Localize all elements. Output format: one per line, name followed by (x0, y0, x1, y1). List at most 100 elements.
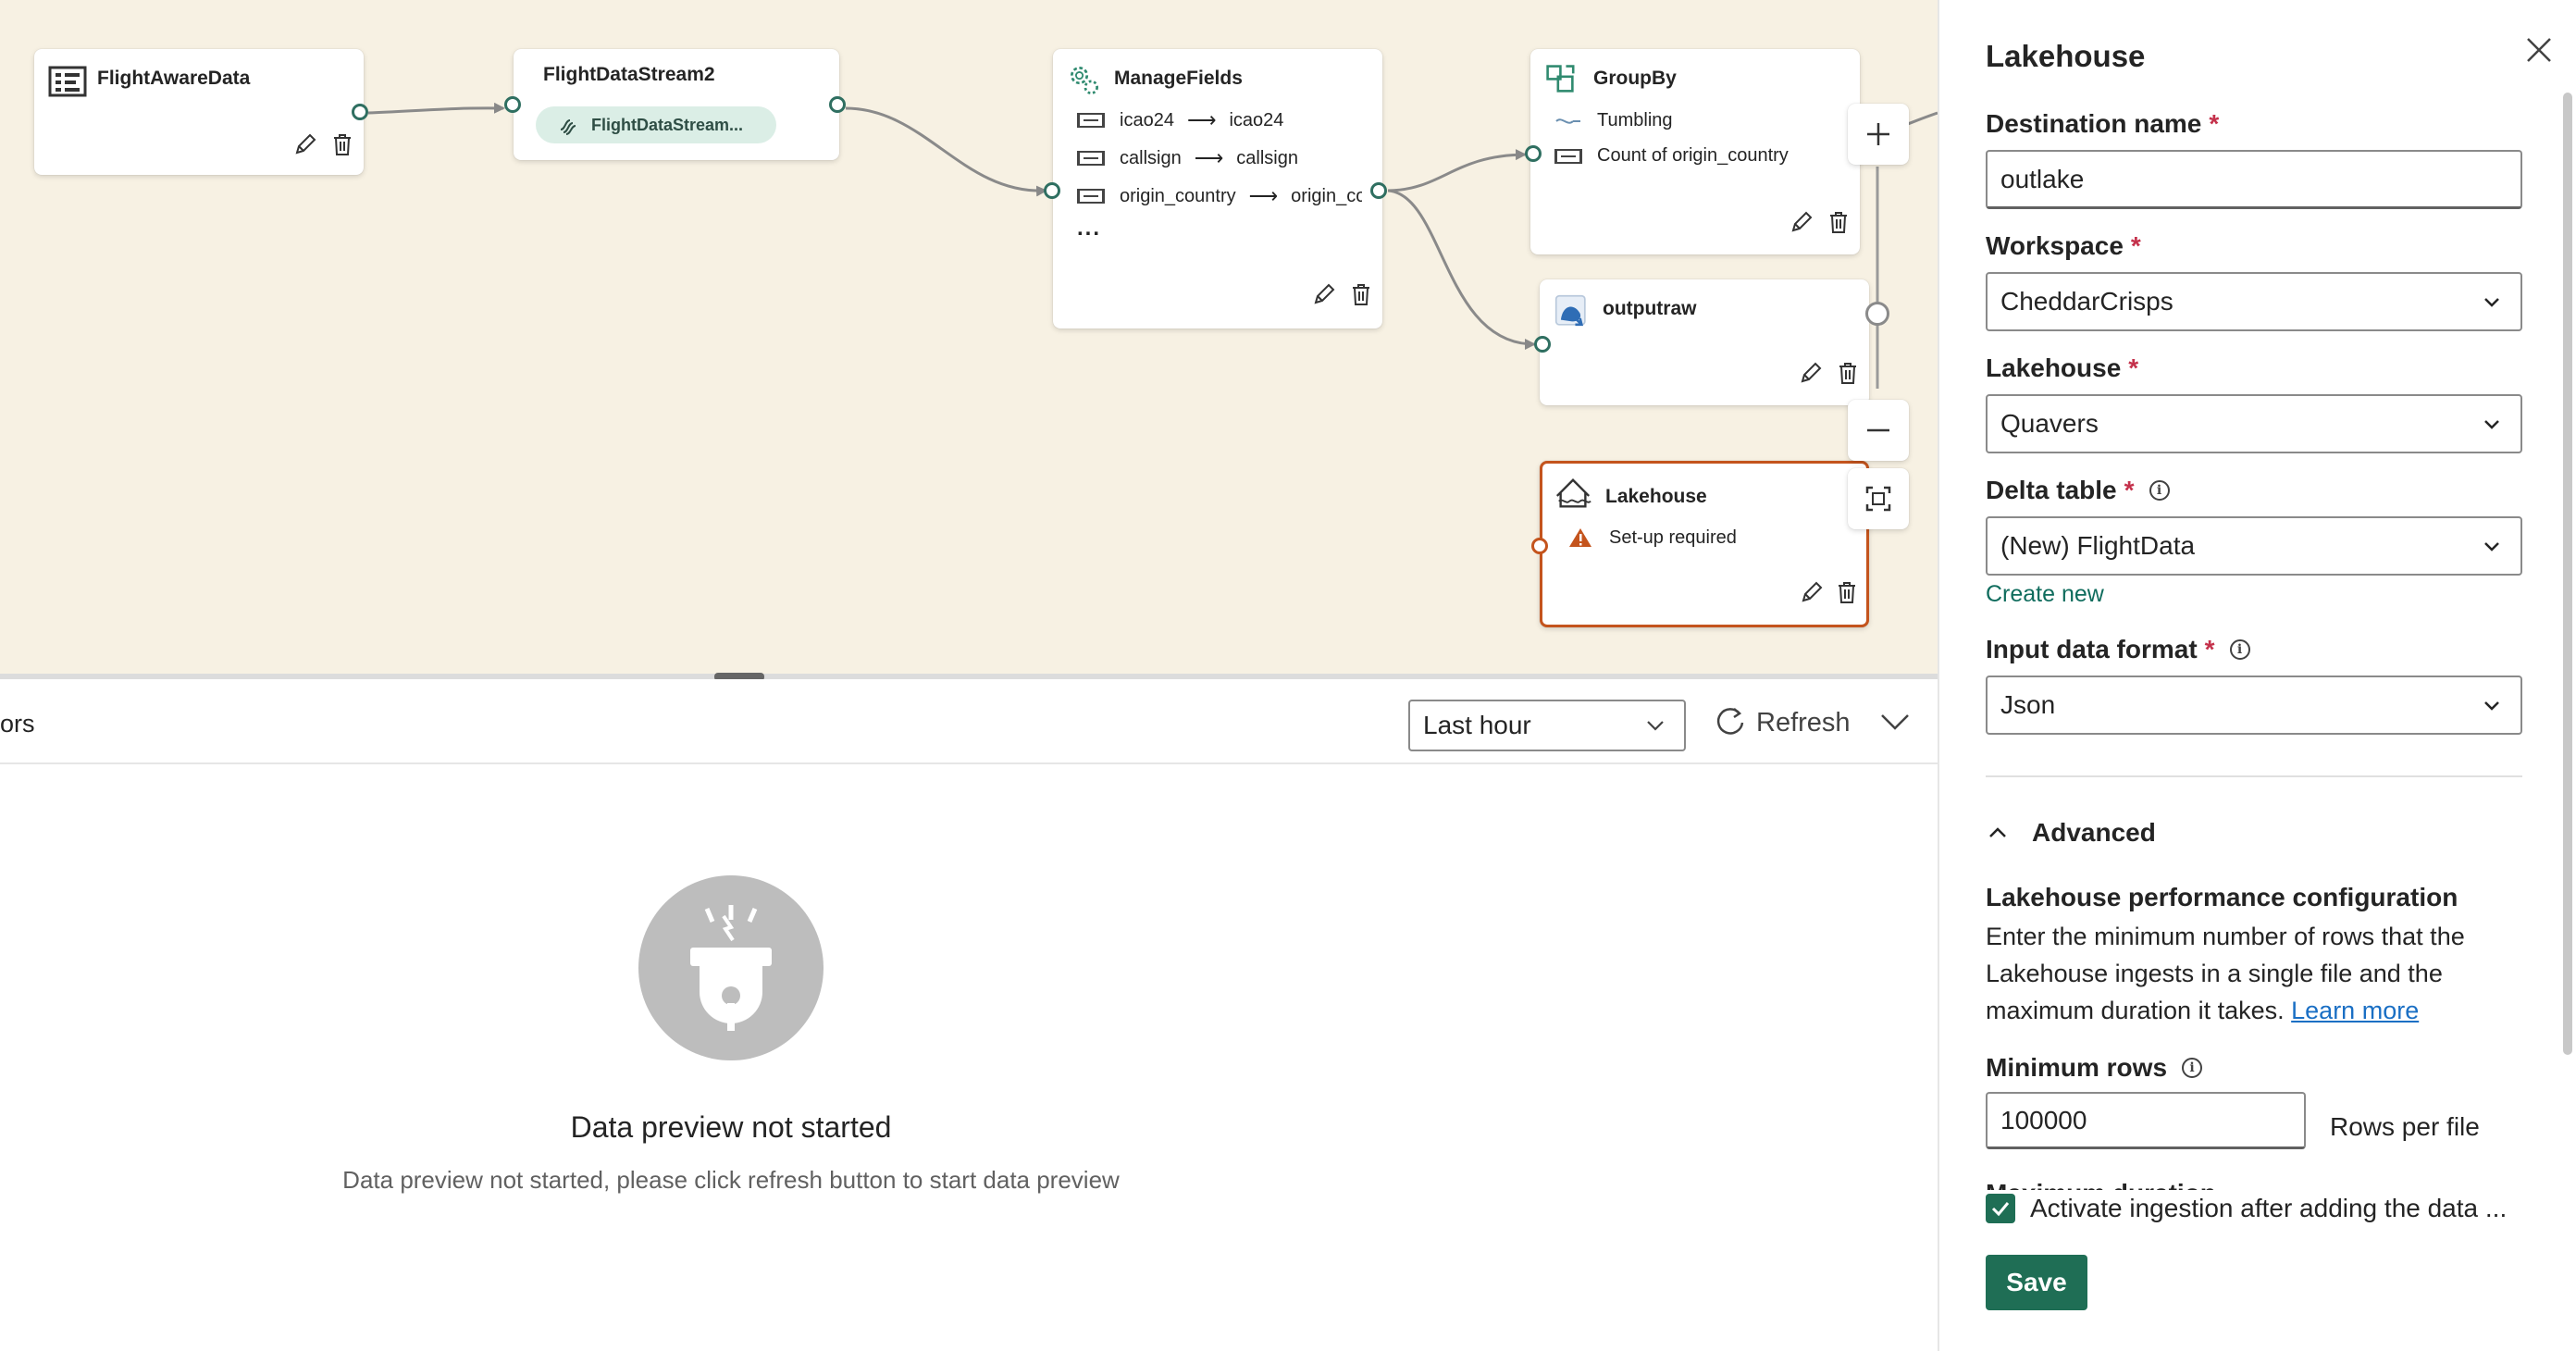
output-port[interactable] (1370, 182, 1387, 199)
node-outputraw[interactable]: outputraw (1534, 279, 1869, 405)
label-text: Workspace (1986, 231, 2124, 260)
chevron-up-icon (1989, 827, 2006, 837)
required-mark: * (2130, 231, 2141, 260)
zoom-in-button[interactable] (1848, 104, 1909, 165)
edit-icon[interactable] (291, 130, 319, 158)
destination-name-input[interactable] (1986, 150, 2522, 209)
field-icon (1077, 113, 1105, 128)
required-mark: * (2128, 353, 2139, 382)
lakehouse-config-panel: Lakehouse Destination name* Workspace* C… (1938, 0, 2576, 1351)
node-managefields[interactable]: ManageFields icao24 ⟶ icao24 callsign ⟶ … (1044, 49, 1387, 328)
aggregate-label: Count of origin_country (1597, 145, 1789, 166)
panel-scrollbar[interactable] (2563, 93, 2572, 1055)
empty-state-title: Data preview not started (570, 1110, 892, 1144)
activate-ingestion-checkbox[interactable]: Activate ingestion after adding the data… (1986, 1190, 2532, 1227)
min-rows-input[interactable] (1986, 1092, 2306, 1149)
fit-to-screen-button[interactable] (1848, 468, 1909, 529)
minus-icon (1867, 428, 1889, 432)
output-port[interactable] (352, 104, 368, 120)
wire-manage-to-outputraw (1387, 189, 1536, 350)
collapse-preview-button[interactable] (1876, 701, 1913, 742)
output-port[interactable] (829, 96, 846, 113)
wire-manage-to-groupby (1387, 149, 1527, 192)
learn-more-link[interactable]: Learn more (2291, 997, 2419, 1024)
node-title: Lakehouse (1605, 486, 1707, 507)
workspace-dropdown[interactable]: CheddarCrisps (1986, 272, 2522, 331)
input-port[interactable] (1534, 336, 1551, 353)
label-text: Delta table (1986, 476, 2117, 504)
input-port[interactable] (504, 96, 521, 113)
required-mark: * (2204, 635, 2215, 663)
rows-per-file-label: Rows per file (2330, 1112, 2480, 1141)
warning-icon (1569, 528, 1591, 547)
field-from: callsign (1120, 147, 1182, 168)
save-button[interactable]: Save (1986, 1255, 2087, 1310)
destination-name-label: Destination name * (1986, 109, 2219, 139)
workspace-label: Workspace * (1986, 231, 2141, 261)
close-icon[interactable] (2520, 31, 2557, 68)
preview-tab-label[interactable]: ors (0, 710, 35, 738)
required-mark: * (2124, 476, 2135, 504)
zoom-out-button[interactable] (1848, 400, 1909, 461)
activate-ingestion-label: Activate ingestion after adding the data… (2030, 1194, 2508, 1222)
advanced-label: Advanced (2032, 818, 2156, 847)
plug-illustration (638, 875, 824, 1060)
workspace-value: CheddarCrisps (2000, 287, 2174, 316)
node-flightawaredata[interactable]: FlightAwareData (34, 49, 368, 175)
edit-icon[interactable] (1798, 578, 1826, 606)
delete-icon[interactable] (1825, 208, 1852, 236)
field-icon (1077, 151, 1105, 166)
refresh-button[interactable]: Refresh (1714, 700, 1851, 746)
field-to: origin_cou (1291, 185, 1362, 206)
edit-icon[interactable] (1310, 280, 1338, 308)
field-mapping-row: callsign ⟶ callsign (1077, 146, 1373, 170)
dataflow-canvas[interactable]: FlightAwareData FlightDataStream2 Flight… (0, 0, 1938, 676)
groupby-icon (1545, 64, 1586, 105)
source-app-icon (47, 60, 88, 101)
node-title: GroupBy (1593, 68, 1677, 89)
wire-source-to-stream (367, 102, 505, 115)
node-groupby[interactable]: GroupBy Tumbling Count of origin_country (1525, 49, 1860, 254)
empty-state-description: Data preview not started, please click r… (342, 1166, 1120, 1194)
label-text: Minimum rows (1986, 1053, 2168, 1082)
edit-icon[interactable] (1788, 208, 1815, 236)
input-port[interactable] (1525, 145, 1542, 162)
info-icon[interactable]: i (2229, 639, 2250, 660)
delete-icon[interactable] (1834, 359, 1862, 387)
stream-pill-label: FlightDataStream... (591, 115, 744, 134)
delete-icon[interactable] (328, 130, 356, 158)
field-icon (1077, 189, 1105, 204)
wire-stream-to-manage (845, 106, 1047, 197)
delete-icon[interactable] (1347, 280, 1375, 308)
lakehouse-dropdown[interactable]: Quavers (1986, 394, 2522, 453)
info-icon[interactable]: i (2149, 480, 2170, 501)
input-port[interactable] (1044, 182, 1060, 199)
info-icon[interactable]: i (2182, 1058, 2203, 1078)
node-flightdatastream2[interactable]: FlightDataStream2 FlightDataStream... (504, 49, 846, 160)
refresh-icon (1716, 708, 1744, 735)
create-new-link[interactable]: Create new (1986, 581, 2104, 608)
delta-table-dropdown[interactable]: (New) FlightData (1986, 516, 2522, 576)
delta-table-value: (New) FlightData (2000, 531, 2196, 560)
edit-icon[interactable] (1797, 359, 1825, 387)
arrow-icon: ⟶ (1194, 146, 1224, 169)
chevron-down-icon (2484, 298, 2499, 307)
field-to: callsign (1236, 147, 1298, 168)
input-format-value: Json (2000, 690, 2056, 719)
input-port[interactable] (1531, 538, 1548, 554)
chevron-down-icon (1647, 721, 1664, 731)
zoom-slider-thumb[interactable] (1865, 302, 1889, 326)
field-mapping-row: icao24 ⟶ icao24 (1077, 108, 1373, 132)
node-lakehouse[interactable]: Lakehouse Set-up required (1531, 461, 1869, 627)
delete-icon[interactable] (1833, 578, 1861, 606)
field-to: icao24 (1229, 109, 1284, 130)
chevron-down-icon (2484, 420, 2499, 429)
time-range-dropdown[interactable]: Last hour (1408, 700, 1686, 751)
plus-icon (1867, 123, 1889, 145)
chevron-down-icon (1881, 714, 1909, 730)
advanced-section-toggle[interactable]: Advanced (1986, 818, 2156, 848)
manage-fields-gear-icon (1066, 62, 1107, 103)
status-text: Set-up required (1609, 527, 1737, 548)
label-text: Lakehouse (1986, 353, 2122, 382)
input-format-dropdown[interactable]: Json (1986, 676, 2522, 735)
